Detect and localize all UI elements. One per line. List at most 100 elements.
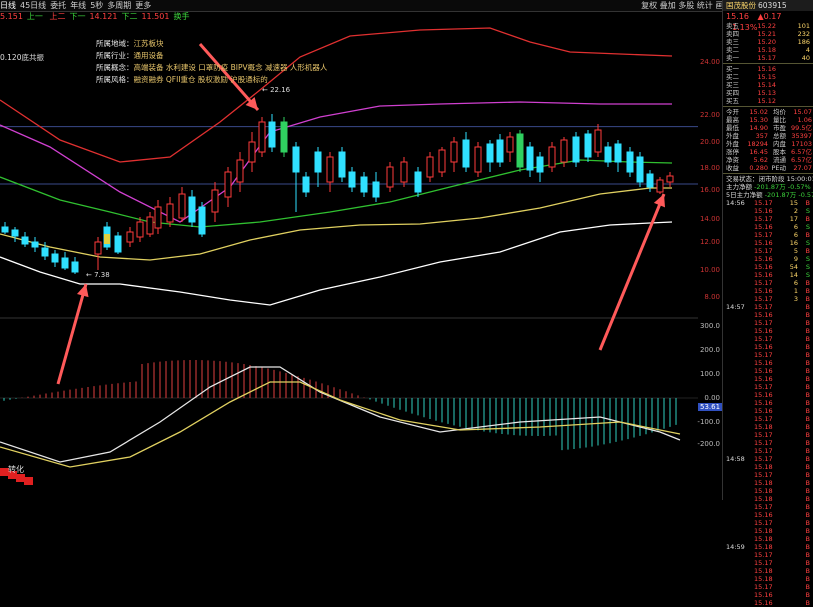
sell-row[interactable]: 卖一 15.17 40 bbox=[723, 54, 813, 62]
zhuanhua-label: 转化 bbox=[8, 465, 24, 474]
tick-price: 15.17 bbox=[754, 215, 773, 223]
candle-body bbox=[584, 133, 592, 158]
arrow-bottom-left bbox=[56, 283, 88, 385]
tick-row[interactable]: 15.17 6 B bbox=[723, 231, 813, 239]
tick-row[interactable]: 15.17 B bbox=[723, 447, 813, 455]
tick-row[interactable]: 15.18 B bbox=[723, 479, 813, 487]
sell-row[interactable]: 卖三 15.20 186 bbox=[723, 38, 813, 46]
tick-row[interactable]: 15.16 54 S bbox=[723, 263, 813, 271]
toolbar-item-4[interactable]: 5秒 bbox=[90, 0, 103, 11]
buy-row[interactable]: 买三 15.14 bbox=[723, 81, 813, 89]
tick-row[interactable]: 15.18 B bbox=[723, 527, 813, 535]
tick-row[interactable]: 15.18 B bbox=[723, 423, 813, 431]
kline-chart[interactable]: ← 22.16 ← 7.38 bbox=[0, 22, 698, 500]
tick-row[interactable]: 15.17 B bbox=[723, 415, 813, 423]
buy-row[interactable]: 买二 15.15 bbox=[723, 73, 813, 81]
tick-flag: B bbox=[805, 295, 810, 303]
tick-row[interactable]: 15.18 B bbox=[723, 567, 813, 575]
tick-time bbox=[726, 311, 754, 319]
tick-row[interactable]: 14:56 15.17 15 B bbox=[723, 199, 813, 207]
tick-row[interactable]: 15.16 16 S bbox=[723, 239, 813, 247]
tick-flag: B bbox=[805, 447, 810, 455]
stat-key2: 总额 bbox=[773, 132, 786, 140]
ohlc-item: 下二 bbox=[121, 12, 138, 21]
tick-row[interactable]: 15.17 B bbox=[723, 383, 813, 391]
tick-row[interactable]: 15.17 3 B bbox=[723, 295, 813, 303]
tick-row[interactable]: 15.17 B bbox=[723, 503, 813, 511]
tick-row[interactable]: 15.18 B bbox=[723, 495, 813, 503]
tick-row[interactable]: 15.17 B bbox=[723, 471, 813, 479]
tick-row[interactable]: 15.17 B bbox=[723, 319, 813, 327]
buy-row[interactable]: 买四 15.13 bbox=[723, 89, 813, 97]
tick-row[interactable]: 15.16 B bbox=[723, 343, 813, 351]
stock-info-legend: 所属地域：江苏板块 所属行业：通用设备 所属概念：高端装备 水利建设 口罩防疫 BI… bbox=[96, 38, 327, 86]
tick-row[interactable]: 15.16 B bbox=[723, 367, 813, 375]
tick-qty bbox=[782, 471, 798, 479]
candle-body bbox=[560, 139, 568, 163]
toolbar-item-2[interactable]: 委托 bbox=[50, 0, 66, 11]
tick-row[interactable]: 15.16 1 B bbox=[723, 287, 813, 295]
tick-row[interactable]: 15.16 B bbox=[723, 327, 813, 335]
tick-row[interactable]: 14:57 15.17 B bbox=[723, 303, 813, 311]
tick-flag: B bbox=[805, 551, 810, 559]
stat-key2: 均价 bbox=[773, 108, 786, 116]
tick-row[interactable]: 15.17 B bbox=[723, 439, 813, 447]
sell-vol: 232 bbox=[797, 30, 810, 38]
tick-row[interactable]: 15.18 B bbox=[723, 487, 813, 495]
toolbar-item-6[interactable]: 更多 bbox=[135, 0, 151, 11]
tick-row[interactable]: 14:59 15.18 B bbox=[723, 543, 813, 551]
flow-val: -201.87万 bbox=[764, 191, 799, 199]
tick-row[interactable]: 15.16 B bbox=[723, 591, 813, 599]
buy-row[interactable]: 买五 15.12 bbox=[723, 97, 813, 105]
tick-row[interactable]: 15.16 B bbox=[723, 359, 813, 367]
tick-row[interactable]: 15.18 B bbox=[723, 463, 813, 471]
tick-list[interactable]: 14:56 15.17 15 B 15.16 2 S 15.17 17 B 15.16 6 S 15.17… bbox=[723, 199, 813, 607]
toolbar-item-1[interactable]: 45日线 bbox=[20, 0, 46, 11]
candle-body bbox=[548, 146, 556, 168]
tick-flag: B bbox=[805, 543, 810, 551]
signal-block bbox=[24, 477, 33, 485]
tick-row[interactable]: 15.17 B bbox=[723, 551, 813, 559]
tick-row[interactable]: 15.16 6 S bbox=[723, 223, 813, 231]
toolbar-item-5[interactable]: 多周期 bbox=[107, 0, 131, 11]
tick-row[interactable]: 15.17 B bbox=[723, 351, 813, 359]
buy-row[interactable]: 买一 15.16 bbox=[723, 65, 813, 73]
tick-row[interactable]: 15.16 B bbox=[723, 599, 813, 607]
candle-body bbox=[572, 136, 580, 163]
tick-row[interactable]: 14:58 15.17 B bbox=[723, 455, 813, 463]
tick-row[interactable]: 15.17 5 B bbox=[723, 247, 813, 255]
tick-qty bbox=[782, 415, 798, 423]
tick-row[interactable]: 15.16 9 S bbox=[723, 255, 813, 263]
tick-row[interactable]: 15.18 B bbox=[723, 535, 813, 543]
tick-price: 15.16 bbox=[754, 327, 773, 335]
tick-flag: B bbox=[805, 511, 810, 519]
tick-price: 15.16 bbox=[754, 239, 773, 247]
tick-row[interactable]: 15.16 14 S bbox=[723, 271, 813, 279]
stock-header[interactable]: 国茂股份 603915 bbox=[723, 0, 813, 11]
candle-body bbox=[646, 173, 654, 188]
tick-row[interactable]: 15.16 B bbox=[723, 511, 813, 519]
candle-body bbox=[188, 196, 196, 223]
tick-row[interactable]: 15.17 B bbox=[723, 431, 813, 439]
tick-row[interactable]: 15.18 B bbox=[723, 575, 813, 583]
tick-row[interactable]: 15.16 B bbox=[723, 391, 813, 399]
tick-row[interactable]: 15.16 2 S bbox=[723, 207, 813, 215]
tick-row[interactable]: 15.17 6 B bbox=[723, 279, 813, 287]
tick-row[interactable]: 15.16 B bbox=[723, 407, 813, 415]
tick-row[interactable]: 15.16 B bbox=[723, 399, 813, 407]
stat-row: 外盘 18294 内盘 17103 bbox=[723, 140, 813, 148]
sell-label: 卖四 bbox=[726, 30, 739, 38]
tick-row[interactable]: 15.17 B bbox=[723, 559, 813, 567]
tick-row[interactable]: 15.17 B bbox=[723, 583, 813, 591]
sell-row[interactable]: 卖五 15.22 101 bbox=[723, 22, 813, 30]
tick-row[interactable]: 15.16 B bbox=[723, 375, 813, 383]
tick-row[interactable]: 15.16 B bbox=[723, 311, 813, 319]
toolbar-item-0[interactable]: 日线 bbox=[0, 0, 16, 11]
tick-row[interactable]: 15.17 B bbox=[723, 335, 813, 343]
tick-row[interactable]: 15.17 B bbox=[723, 519, 813, 527]
sell-row[interactable]: 卖四 15.21 232 bbox=[723, 30, 813, 38]
tick-qty bbox=[782, 359, 798, 367]
tick-row[interactable]: 15.17 17 B bbox=[723, 215, 813, 223]
sell-row[interactable]: 卖二 15.18 4 bbox=[723, 46, 813, 54]
toolbar-item-3[interactable]: 年线 bbox=[70, 0, 86, 11]
